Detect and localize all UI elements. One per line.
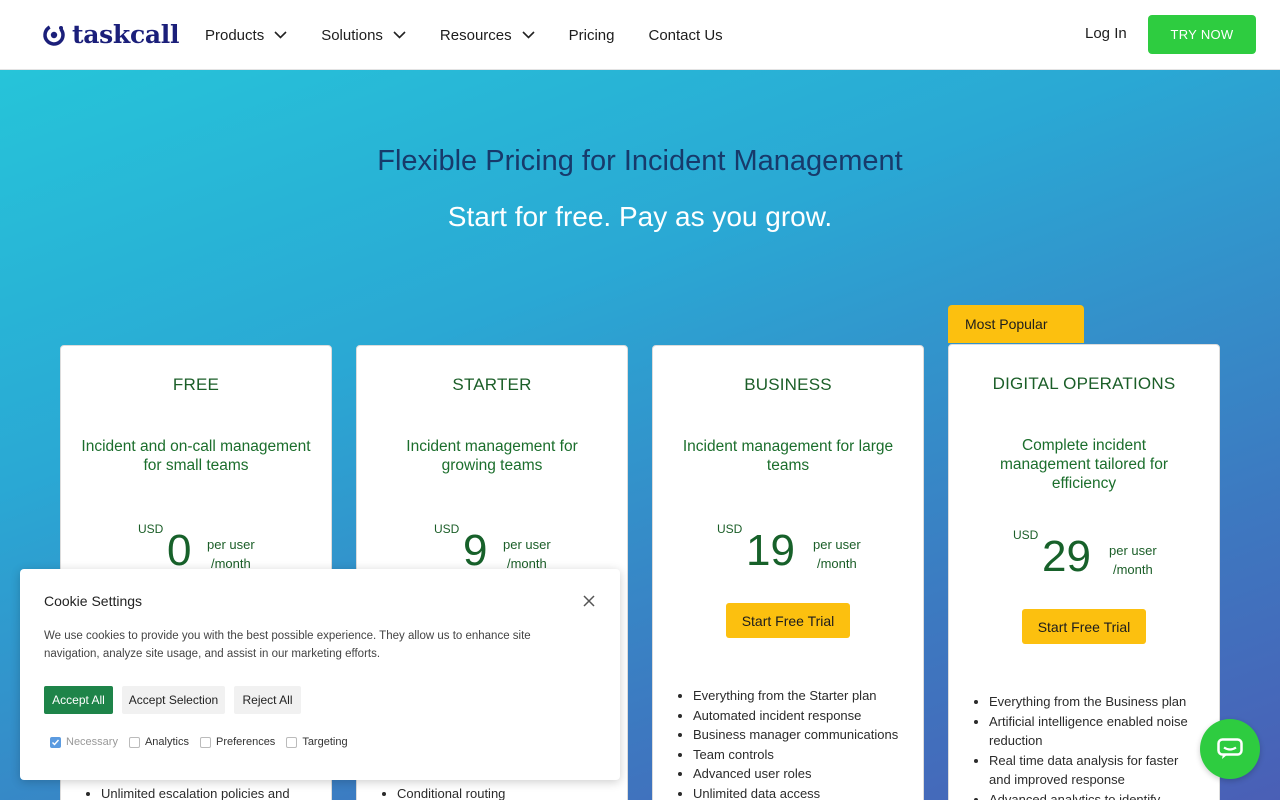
plan-name: FREE (172, 375, 220, 394)
checkbox-necessary: Necessary (50, 736, 118, 748)
checkbox-box[interactable] (200, 736, 211, 748)
feature-item: Everything from the Starter plan (693, 686, 903, 706)
nav-label: Solutions (321, 26, 383, 44)
checkbox-targeting[interactable]: Targeting (286, 736, 348, 748)
reject-all-button[interactable]: Reject All (234, 686, 301, 714)
close-icon[interactable] (583, 595, 595, 607)
page-subtitle: Start for free. Pay as you grow. (447, 201, 833, 232)
feature-item: Artificial intelligence enabled noise re… (989, 712, 1199, 751)
feature-item: Automated incident response (693, 706, 903, 726)
checkbox-analytics[interactable]: Analytics (128, 736, 189, 748)
nav-products[interactable]: Products (205, 27, 287, 44)
currency-label: USD (1013, 528, 1039, 542)
most-popular-badge: Most Popular (948, 305, 1084, 343)
feature-list: Conditional routing (397, 784, 607, 800)
feature-item: Advanced user roles (693, 764, 903, 784)
feature-item: Advanced analytics to identify (989, 790, 1199, 800)
nav-label: Resources (439, 26, 512, 44)
feature-item: Everything from the Business plan (989, 692, 1199, 712)
taskcall-logo-icon (43, 23, 65, 46)
brand-name: taskcall (72, 20, 180, 49)
start-free-trial-button[interactable]: Start Free Trial (1022, 609, 1146, 644)
price-amount: 19 (746, 526, 795, 575)
cookie-options: Necessary Analytics Preferences Targetin… (50, 736, 359, 748)
feature-item: Real time data analysis for faster and i… (989, 751, 1199, 790)
checkbox-preferences[interactable]: Preferences (200, 736, 275, 748)
chevron-down-icon (522, 31, 535, 39)
price-unit: per user /month (503, 535, 551, 573)
feature-list: Unlimited escalation policies and (101, 784, 311, 800)
chevron-down-icon (274, 31, 287, 39)
nav-contact[interactable]: Contact Us (648, 27, 722, 44)
logo[interactable]: taskcall (42, 20, 179, 49)
feature-list: Everything from the Business plan Artifi… (989, 692, 1199, 800)
nav-resources[interactable]: Resources (440, 27, 535, 44)
currency-label: USD (717, 522, 743, 536)
accept-selection-button[interactable]: Accept Selection (122, 686, 225, 714)
feature-list: Everything from the Starter plan Automat… (693, 686, 903, 800)
feature-item: Unlimited data access (693, 784, 903, 800)
nav-solutions[interactable]: Solutions (321, 27, 406, 44)
price-unit-line1: per user (1109, 543, 1157, 558)
cookie-description: We use cookies to provide you with the b… (44, 630, 531, 660)
price-unit: per user /month (813, 535, 861, 573)
main-nav: Products Solutions Resources Pricing Con… (205, 0, 757, 70)
price-unit: per user /month (1109, 541, 1157, 579)
price-unit-line1: per user (503, 537, 551, 552)
plan-card-business: BUSINESS Incident management for large t… (652, 345, 924, 800)
price-unit-line2: /month (816, 556, 857, 571)
login-link[interactable]: Log In (1085, 25, 1127, 42)
plan-description: Incident management for large teams (682, 438, 894, 474)
page-title: Flexible Pricing for Incident Management (377, 145, 903, 177)
nav-pricing[interactable]: Pricing (569, 27, 615, 44)
cookie-settings-dialog: Cookie Settings We use cookies to provid… (20, 569, 620, 780)
plan-description: Incident management for growing teams (406, 438, 578, 474)
plan-name: STARTER (452, 375, 532, 394)
price-unit-line1: per user (207, 537, 255, 552)
checkbox-label: Targeting (302, 736, 348, 748)
cookie-dialog-title: Cookie Settings (44, 593, 143, 609)
checkbox-label: Preferences (216, 736, 276, 748)
currency-label: USD (434, 522, 460, 536)
accept-all-button[interactable]: Accept All (44, 686, 113, 714)
price-unit-line2: /month (1112, 562, 1153, 577)
chevron-down-icon (393, 31, 406, 39)
feature-item: Business manager communications (693, 725, 903, 745)
site-header: taskcall Products Solutions Resources Pr… (0, 0, 1280, 70)
nav-label: Pricing (568, 26, 615, 44)
nav-label: Contact Us (648, 26, 723, 44)
plan-card-digital-operations: DIGITAL OPERATIONS Complete incident man… (948, 344, 1220, 800)
checkbox-box[interactable] (286, 736, 298, 748)
currency-label: USD (138, 522, 164, 536)
price-amount: 29 (1042, 532, 1091, 581)
price-unit: per user /month (207, 535, 255, 573)
plan-name: DIGITAL OPERATIONS (992, 374, 1176, 393)
nav-label: Products (205, 26, 265, 44)
checkbox-box[interactable] (128, 736, 140, 748)
try-now-button[interactable]: TRY NOW (1148, 15, 1256, 54)
price-unit-line1: per user (813, 537, 861, 552)
checkbox-label: Analytics (144, 736, 189, 748)
start-free-trial-button[interactable]: Start Free Trial (726, 603, 850, 638)
chat-widget-button[interactable] (1200, 719, 1260, 779)
checkbox-checked-icon (50, 736, 61, 748)
plan-name: BUSINESS (744, 375, 832, 394)
feature-item: Unlimited escalation policies and (101, 784, 311, 800)
chat-bubble-icon (1217, 738, 1243, 759)
checkbox-label: Necessary (66, 736, 118, 748)
plan-description: Complete incident management tailored fo… (999, 437, 1168, 492)
feature-item: Conditional routing (397, 784, 607, 800)
plan-description: Incident and on-call management for smal… (81, 438, 311, 474)
feature-item: Team controls (693, 745, 903, 765)
